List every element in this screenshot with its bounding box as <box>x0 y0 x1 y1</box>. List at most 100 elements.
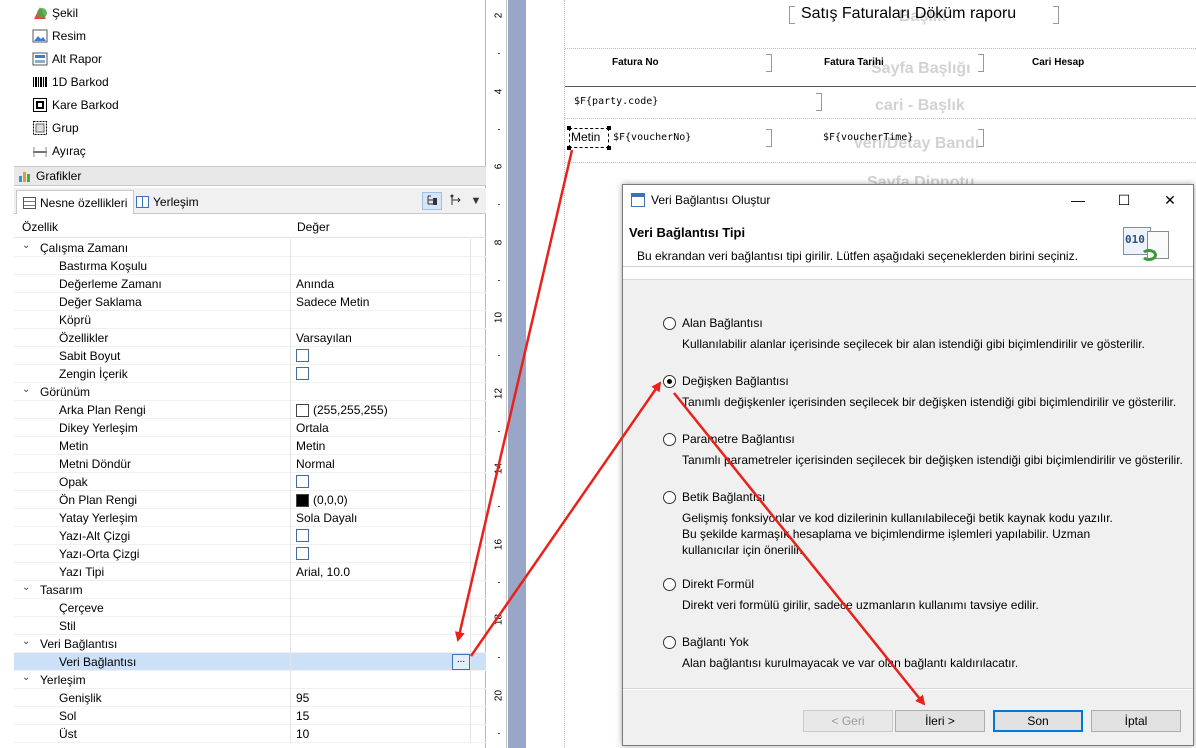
property-group[interactable]: ⌄ Görünüm <box>14 383 486 401</box>
group-field-party-code[interactable]: $F{party.code} <box>574 96 658 107</box>
property-row[interactable]: Veri Bağlantısı... <box>14 653 486 671</box>
palette-item[interactable]: 1D Barkod <box>32 71 109 93</box>
binding-option-label[interactable]: Parametre Bağlantısı <box>682 432 795 446</box>
section-charts[interactable]: Grafikler <box>14 166 486 186</box>
radio-button[interactable] <box>663 578 676 591</box>
radio-button[interactable] <box>663 491 676 504</box>
property-value[interactable]: (0,0,0) <box>296 493 348 507</box>
radio-button[interactable] <box>663 433 676 446</box>
property-row[interactable]: Genişlik 95 <box>14 689 486 707</box>
property-value[interactable]: 10 <box>296 727 309 741</box>
resize-handle[interactable] <box>607 146 611 150</box>
checkbox[interactable] <box>296 475 309 488</box>
property-row[interactable]: Stil <box>14 617 486 635</box>
palette-item[interactable]: Kare Barkod <box>32 94 119 116</box>
property-row[interactable]: Sol 15 <box>14 707 486 725</box>
next-button[interactable]: İleri > <box>895 710 985 732</box>
property-value[interactable]: Sadece Metin <box>296 295 369 309</box>
tab-layout[interactable]: Yerleşim <box>130 190 205 214</box>
binding-option-label[interactable]: Direkt Formül <box>682 577 754 591</box>
property-row[interactable]: Yatay Yerleşim Sola Dayalı <box>14 509 486 527</box>
property-row[interactable]: Özellikler Varsayılan <box>14 329 486 347</box>
palette-item[interactable]: Resim <box>32 25 86 47</box>
header-account[interactable]: Cari Hesap <box>1032 57 1084 68</box>
property-group[interactable]: ⌄ Yerleşim <box>14 671 486 689</box>
ellipsis-button[interactable]: ... <box>452 654 470 670</box>
property-value[interactable]: Anında <box>296 277 334 291</box>
detail-field-voucher-no[interactable]: $F{voucherNo} <box>613 132 691 143</box>
checkbox[interactable] <box>296 367 309 380</box>
property-value[interactable]: Metin <box>296 439 325 453</box>
chevron-down-icon[interactable]: ⌄ <box>22 636 30 647</box>
property-row[interactable]: Üst 10 <box>14 725 486 743</box>
minimize-button[interactable]: — <box>1055 185 1101 215</box>
color-swatch[interactable] <box>296 493 309 507</box>
color-swatch[interactable] <box>296 403 309 417</box>
chevron-down-icon[interactable]: ⌄ <box>22 240 30 251</box>
binding-option-label[interactable]: Alan Bağlantısı <box>682 316 763 330</box>
property-value[interactable] <box>296 475 309 488</box>
detail-text-element[interactable]: Metin <box>567 126 611 150</box>
property-row[interactable]: Arka Plan Rengi (255,255,255) <box>14 401 486 419</box>
report-title[interactable]: Satış Faturaları Döküm raporu <box>801 5 1016 23</box>
checkbox[interactable] <box>296 529 309 542</box>
filter-button[interactable] <box>446 192 466 210</box>
property-value[interactable]: Varsayılan <box>296 331 352 345</box>
maximize-button[interactable]: ☐ <box>1101 185 1147 215</box>
binding-option-label[interactable]: Değişken Bağlantısı <box>682 374 789 388</box>
dialog-titlebar[interactable]: Veri Bağlantısı Oluştur — ☐ ✕ <box>623 185 1193 215</box>
cancel-button[interactable]: İptal <box>1091 710 1181 732</box>
property-value[interactable]: Arial, 10.0 <box>296 565 350 579</box>
property-group[interactable]: ⌄ Tasarım <box>14 581 486 599</box>
property-group[interactable]: ⌄ Çalışma Zamanı <box>14 239 486 257</box>
property-row[interactable]: Çerçeve <box>14 599 486 617</box>
property-row[interactable]: Değer Saklama Sadece Metin <box>14 293 486 311</box>
property-group[interactable]: ⌄ Veri Bağlantısı <box>14 635 486 653</box>
chevron-down-icon[interactable]: ⌄ <box>22 384 30 395</box>
property-row[interactable]: Bastırma Koşulu <box>14 257 486 275</box>
property-row[interactable]: Sabit Boyut <box>14 347 486 365</box>
back-button[interactable]: < Geri <box>803 710 893 732</box>
resize-handle[interactable] <box>567 146 571 150</box>
checkbox[interactable] <box>296 349 309 362</box>
header-invoice-date[interactable]: Fatura Tarihi <box>824 57 884 68</box>
property-row[interactable]: Dikey Yerleşim Ortala <box>14 419 486 437</box>
chevron-down-icon[interactable]: ⌄ <box>22 672 30 683</box>
property-row[interactable]: Zengin İçerik <box>14 365 486 383</box>
radio-button[interactable] <box>663 375 676 388</box>
property-row[interactable]: Köprü <box>14 311 486 329</box>
checkbox[interactable] <box>296 547 309 560</box>
chevron-down-icon[interactable]: ⌄ <box>22 582 30 593</box>
radio-button[interactable] <box>663 636 676 649</box>
resize-handle[interactable] <box>567 126 571 130</box>
property-value[interactable]: Normal <box>296 457 335 471</box>
resize-handle[interactable] <box>607 126 611 130</box>
property-value[interactable]: (255,255,255) <box>296 403 388 417</box>
property-value[interactable]: Sola Dayalı <box>296 511 357 525</box>
property-row[interactable]: Metni Döndür Normal <box>14 455 486 473</box>
property-value[interactable] <box>296 547 309 560</box>
property-value[interactable] <box>296 529 309 542</box>
finish-button[interactable]: Son <box>993 710 1083 732</box>
property-row[interactable]: Yazı-Alt Çizgi <box>14 527 486 545</box>
header-invoice-no[interactable]: Fatura No <box>612 57 659 68</box>
property-row[interactable]: Opak <box>14 473 486 491</box>
property-row[interactable]: Yazı Tipi Arial, 10.0 <box>14 563 486 581</box>
property-row[interactable]: Ön Plan Rengi (0,0,0) <box>14 491 486 509</box>
property-value[interactable] <box>296 367 309 380</box>
property-value[interactable]: 15 <box>296 709 309 723</box>
detail-field-voucher-time[interactable]: $F{voucherTime} <box>823 132 913 143</box>
binding-option-label[interactable]: Bağlantı Yok <box>682 635 749 649</box>
tab-object-properties[interactable]: Nesne özellikleri <box>16 190 135 214</box>
palette-item[interactable]: Şekil <box>32 2 78 24</box>
close-button[interactable]: ✕ <box>1147 185 1193 215</box>
view-menu-button[interactable]: ▼ <box>466 192 486 210</box>
palette-item[interactable]: Ayıraç <box>32 140 86 162</box>
property-value[interactable]: Ortala <box>296 421 329 435</box>
binding-option-label[interactable]: Betik Bağlantısı <box>682 490 765 504</box>
palette-item[interactable]: Grup <box>32 117 79 139</box>
property-row[interactable]: Yazı-Orta Çizgi <box>14 545 486 563</box>
tree-view-toggle[interactable] <box>422 192 442 210</box>
property-row[interactable]: Metin Metin <box>14 437 486 455</box>
radio-button[interactable] <box>663 317 676 330</box>
